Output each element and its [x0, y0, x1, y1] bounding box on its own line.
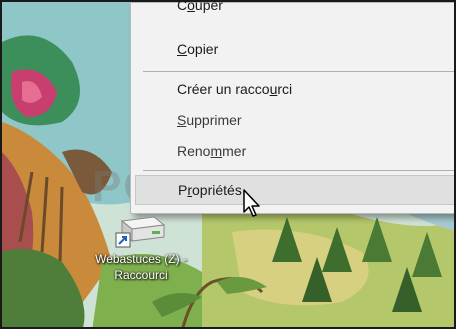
menu-item-accelerator: m: [210, 143, 223, 159]
desktop-screen: PCASTUCES Couper Copier Créer un raccour…: [0, 0, 456, 329]
shortcut-label: Webastuces (Z) - Raccourci: [76, 251, 206, 283]
desktop-shortcut[interactable]: Webastuces (Z) - Raccourci: [76, 207, 206, 297]
menu-item-label-suffix: mer: [222, 143, 247, 159]
network-drive-shortcut-icon: [115, 216, 166, 248]
menu-item-accelerator: C: [177, 41, 188, 57]
menu-separator: [143, 71, 454, 72]
context-menu: Couper Copier Créer un raccourci Supprim…: [130, 0, 454, 214]
menu-item-label-suffix: uper: [194, 0, 223, 13]
menu-item-renommer[interactable]: Renommer: [131, 137, 454, 165]
arrow-cursor-icon: [243, 189, 260, 217]
menu-item-proprietes[interactable]: Propriétés: [135, 175, 454, 205]
menu-item-label-suffix: opier: [187, 41, 219, 57]
menu-item-label-suffix: rci: [277, 81, 293, 97]
menu-separator: [143, 170, 454, 171]
menu-item-creer-raccourci[interactable]: Créer un raccourci: [131, 75, 454, 103]
shortcut-label-line1: Webastuces (Z) -: [95, 252, 187, 266]
menu-item-label-prefix: Reno: [177, 143, 211, 159]
menu-item-accelerator: o: [187, 0, 195, 13]
shortcut-label-line2: Raccourci: [114, 268, 168, 282]
menu-item-label-prefix: C: [177, 0, 188, 13]
menu-item-label-prefix: Créer un racco: [177, 81, 270, 97]
menu-item-copier[interactable]: Copier: [131, 35, 454, 63]
menu-item-accelerator: S: [177, 112, 187, 128]
menu-item-label-suffix: opriétés: [192, 182, 242, 198]
menu-item-label-prefix: P: [178, 182, 188, 198]
menu-item-label-suffix: upprimer: [186, 112, 242, 128]
menu-item-supprimer[interactable]: Supprimer: [131, 106, 454, 134]
menu-item-couper[interactable]: Couper: [131, 0, 454, 19]
